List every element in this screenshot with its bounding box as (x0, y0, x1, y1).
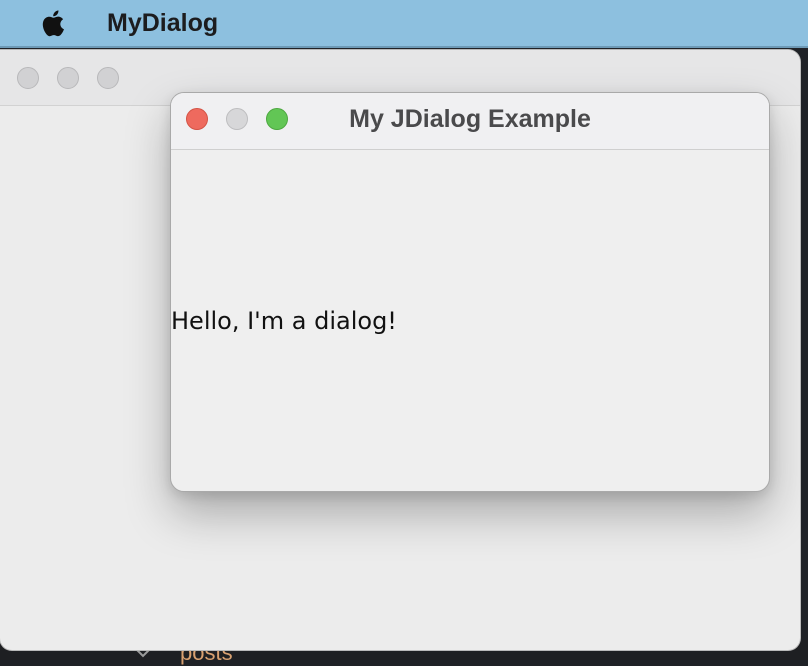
main-zoom-button[interactable] (97, 67, 119, 89)
menu-bar: MyDialog (0, 0, 808, 48)
main-close-button[interactable] (17, 67, 39, 89)
dialog-message-label: Hello, I'm a dialog! (171, 307, 397, 335)
main-minimize-button[interactable] (57, 67, 79, 89)
app-name-menu[interactable]: MyDialog (107, 9, 218, 38)
dialog-titlebar[interactable]: My JDialog Example (171, 93, 769, 150)
dialog-window: My JDialog Example Hello, I'm a dialog! (170, 92, 770, 492)
apple-logo-icon[interactable] (38, 6, 70, 40)
dialog-content: Hello, I'm a dialog! (171, 150, 769, 491)
dialog-title: My JDialog Example (349, 105, 591, 133)
